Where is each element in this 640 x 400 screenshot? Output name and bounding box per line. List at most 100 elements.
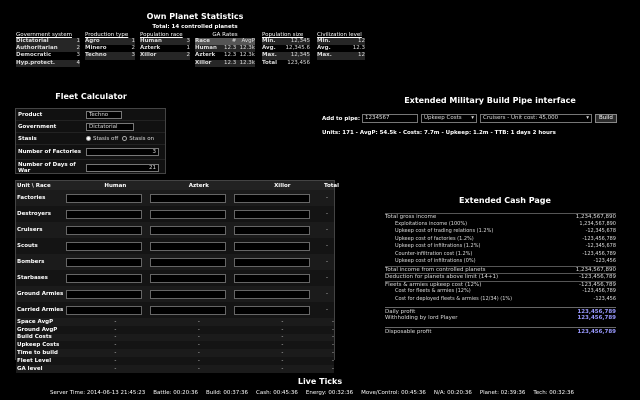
ga-count: 12.3 bbox=[224, 59, 237, 66]
ga-count: 12.3 bbox=[224, 52, 237, 59]
azterk-count-input[interactable] bbox=[150, 209, 226, 219]
fleet-unit-row: Destroyers - bbox=[16, 206, 334, 222]
ga-avgp: 12.3k bbox=[239, 52, 255, 59]
cash-row-label: Upkeep cost of infiltrations (0%) bbox=[395, 258, 476, 264]
fleet-summary-row: Space AvgP - - - - bbox=[16, 318, 334, 326]
civ-value: 12.3 bbox=[352, 45, 365, 52]
withholding-value: 123,456,789 bbox=[577, 315, 616, 321]
stasis-off-label: Stasis off bbox=[93, 135, 119, 142]
product-label: Product bbox=[18, 111, 43, 118]
cash-row: Upkeep cost of factories (1.2%) -123,456,… bbox=[385, 236, 616, 244]
tick-item: Server Time: 2014-06-13 21:45:23 bbox=[50, 390, 146, 396]
azterk-count-input[interactable] bbox=[150, 225, 226, 235]
human-count-input[interactable] bbox=[66, 273, 142, 283]
civ-value: 12 bbox=[358, 52, 365, 59]
xillor-count-input[interactable] bbox=[234, 289, 310, 299]
xillor-count-input[interactable] bbox=[234, 305, 310, 315]
gov-count: 2 bbox=[76, 45, 81, 52]
days-of-war-input[interactable]: 21 bbox=[86, 163, 159, 172]
xillor-count-input[interactable] bbox=[234, 241, 310, 251]
build-button[interactable]: Build bbox=[595, 114, 617, 123]
production-type-table: Production type Agro 1 Minero 2 Techno 3 bbox=[85, 32, 135, 60]
ga-race: Xillor bbox=[195, 59, 212, 66]
human-count-input[interactable] bbox=[66, 305, 142, 315]
cash-row-label: Cost for deployed fleets & armies (12/34… bbox=[395, 295, 513, 302]
xillor-count-input[interactable] bbox=[234, 225, 310, 235]
human-count-input[interactable] bbox=[66, 209, 142, 219]
fleet-unit-row: Scouts - bbox=[16, 238, 334, 254]
stasis-label: Stasis bbox=[18, 135, 37, 142]
government-select[interactable]: Dictatorial bbox=[86, 122, 134, 131]
tick-item: N/A: 00:20:36 bbox=[433, 390, 472, 396]
unit-total: - bbox=[326, 259, 328, 265]
xillor-count-input[interactable] bbox=[234, 257, 310, 267]
unit-name: Ground Armies bbox=[17, 291, 64, 297]
tick-item: Cash: 00:45:36 bbox=[256, 390, 298, 396]
cash-row-label: Upkeep cost of factories (1.2%) bbox=[395, 235, 474, 242]
azterk-count-input[interactable] bbox=[150, 305, 226, 315]
azterk-count-input[interactable] bbox=[150, 273, 226, 283]
civilization-level-table: Civilization level Min. 12 Avg. 12.3 Max. 1… bbox=[317, 32, 365, 60]
xillor-count-input[interactable] bbox=[234, 193, 310, 203]
disposable-profit-row: Disposable profit 123,456,789 bbox=[385, 327, 616, 335]
add-to-pipe-label: Add to pipe: bbox=[322, 115, 361, 122]
fleet-unit-row: Cruisers - bbox=[16, 222, 334, 238]
amount-input[interactable]: 1234567 bbox=[362, 114, 418, 123]
azterk-count-input[interactable] bbox=[150, 257, 226, 267]
cash-page-title: Extended Cash Page bbox=[459, 196, 551, 205]
unit-name: Starbases bbox=[17, 275, 48, 281]
human-count-input[interactable] bbox=[66, 257, 142, 267]
azterk-count-input[interactable] bbox=[150, 193, 226, 203]
civ-value: 12 bbox=[358, 38, 365, 44]
population-size-table: Population size Min. 12,345 Avg. 12,345.6 … bbox=[262, 32, 310, 67]
popsize-label: Max. bbox=[262, 52, 277, 59]
race-name: Xillor bbox=[140, 52, 157, 59]
cash-row-label: Upkeep cost of infiltrations (1.2%) bbox=[395, 243, 481, 249]
cash-row-label: Deduction for planets above limit (14+1) bbox=[385, 274, 499, 280]
xillor-count-input[interactable] bbox=[234, 273, 310, 283]
cash-row-label: Exploitations income (100%) bbox=[395, 220, 468, 227]
stasis-on-radio[interactable] bbox=[122, 136, 128, 141]
summary-total: - bbox=[331, 365, 334, 372]
human-summary: - bbox=[114, 334, 117, 341]
cash-row: Fleets & armies upkeep cost (12%) -123,45… bbox=[385, 280, 616, 289]
build-pipe-summary: Units: 171 - AvgP: 54.5k - Costs: 7.7m -… bbox=[322, 130, 556, 136]
human-count-input[interactable] bbox=[66, 289, 142, 299]
summary-total: - bbox=[331, 318, 334, 325]
human-summary: - bbox=[114, 342, 117, 349]
cash-row: Cost for fleets & armies (12%) -123,456,7… bbox=[385, 288, 616, 296]
cash-row: Deduction for planets above limit (14+1)… bbox=[385, 273, 616, 281]
gov-count: 4 bbox=[76, 59, 81, 66]
ga-col-avgp: AvgP bbox=[241, 38, 255, 44]
human-count-input[interactable] bbox=[66, 193, 142, 203]
cash-row-value: 1,234,567,890 bbox=[579, 220, 616, 227]
human-count-input[interactable] bbox=[66, 225, 142, 235]
azterk-count-input[interactable] bbox=[150, 241, 226, 251]
azterk-summary: - bbox=[197, 334, 200, 341]
unit-select[interactable]: Cruisers - Unit cost: 45,000 ▾ bbox=[480, 114, 592, 123]
xillor-count-input[interactable] bbox=[234, 209, 310, 219]
withholding-row: Withholding by lord Player 123,456,789 bbox=[385, 315, 616, 323]
unit-total: - bbox=[326, 291, 328, 297]
disposable-profit-value: 123,456,789 bbox=[577, 329, 616, 335]
azterk-count-input[interactable] bbox=[150, 289, 226, 299]
tick-item: Planet: 02:39:36 bbox=[479, 390, 526, 396]
azterk-summary: - bbox=[197, 326, 200, 333]
gov-name: Democratic bbox=[16, 52, 52, 59]
xillor-summary: - bbox=[281, 334, 284, 341]
factories-input[interactable]: 3 bbox=[86, 148, 159, 156]
costs-select[interactable]: Upkeep Costs ▾ bbox=[421, 114, 477, 123]
fleet-summary-rows: Space AvgP - - - - Ground AvgP - - - - Build Costs… bbox=[16, 318, 334, 373]
ga-race: Azterk bbox=[195, 52, 216, 59]
fleet-summary-row: Time to build - - - - bbox=[16, 349, 334, 357]
fleet-summary-row: Build Costs - - - - bbox=[16, 333, 334, 342]
cash-row-value: -123,456,789 bbox=[582, 288, 616, 294]
product-select[interactable]: Techno bbox=[86, 110, 122, 119]
human-count-input[interactable] bbox=[66, 241, 142, 251]
tick-item: Move/Control: 00:45:36 bbox=[361, 390, 426, 396]
fleet-unit-row: Bombers - bbox=[16, 254, 334, 270]
cash-row-label: Total income from controlled planets bbox=[385, 266, 486, 273]
fleet-unit-rows: Factories - Destroyers - Cruisers - Scouts - Bom… bbox=[16, 190, 334, 318]
azterk-summary: - bbox=[197, 365, 200, 372]
stasis-off-radio[interactable] bbox=[86, 136, 91, 141]
